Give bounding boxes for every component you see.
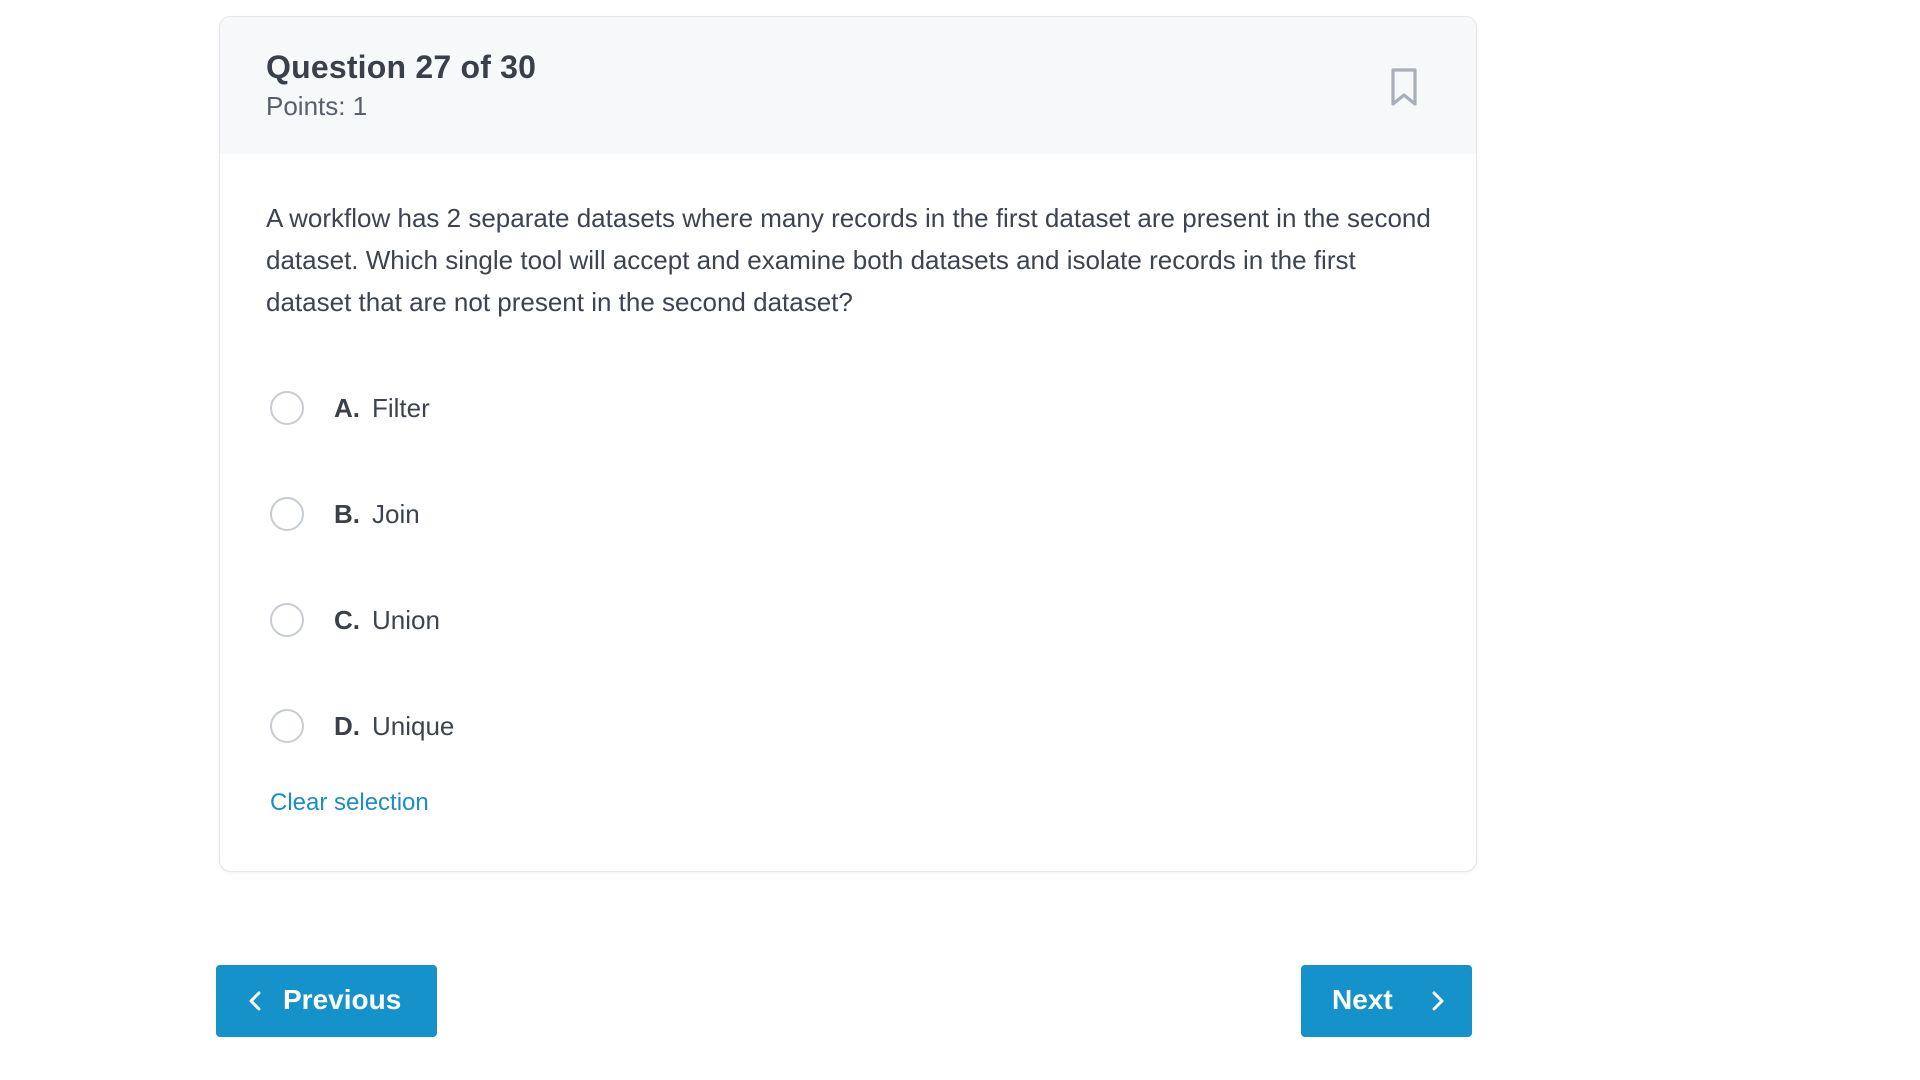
previous-button[interactable]: Previous (216, 965, 437, 1037)
option-letter: A. (334, 393, 360, 423)
previous-label: Previous (283, 984, 402, 1015)
option-label: Join (372, 499, 420, 529)
option-label: Union (372, 605, 440, 635)
option-c[interactable]: C. Union (270, 599, 870, 647)
radio-button[interactable] (270, 709, 304, 743)
radio-button[interactable] (270, 391, 304, 425)
chevron-right-icon (1432, 991, 1444, 1011)
next-label: Next (1332, 984, 1393, 1015)
option-a[interactable]: A. Filter (270, 387, 870, 435)
question-card: Question 27 of 30 Points: 1 A workflow h… (219, 16, 1477, 872)
option-letter: C. (334, 605, 360, 635)
option-label: Filter (372, 393, 430, 423)
option-letter: B. (334, 499, 360, 529)
option-letter: D. (334, 711, 360, 741)
option-d[interactable]: D. Unique (270, 705, 870, 753)
question-title: Question 27 of 30 (266, 49, 537, 85)
radio-button[interactable] (270, 497, 304, 531)
next-button[interactable]: Next (1301, 965, 1472, 1037)
clear-selection-link[interactable]: Clear selection (270, 789, 429, 817)
question-header: Question 27 of 30 Points: 1 (220, 17, 1476, 154)
chevron-left-icon (249, 991, 261, 1011)
question-text: A workflow has 2 separate datasets where… (266, 203, 1431, 317)
radio-button[interactable] (270, 603, 304, 637)
option-b[interactable]: B. Join (270, 493, 870, 541)
question-points: Points: 1 (266, 91, 368, 121)
option-label: Unique (372, 711, 455, 741)
bookmark-icon[interactable] (1380, 63, 1428, 111)
